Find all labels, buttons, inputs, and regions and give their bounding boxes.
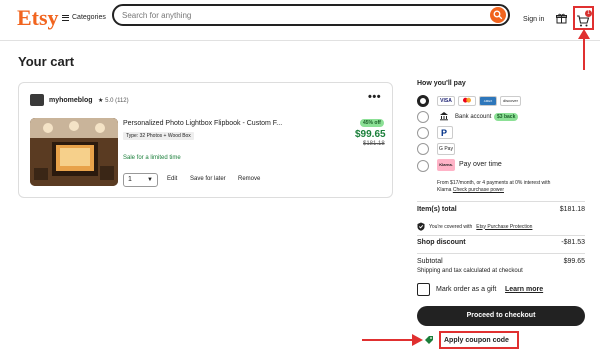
- lightbox-photo-image: [30, 118, 118, 186]
- site-header: Etsy Categories Sign in 1: [0, 0, 600, 40]
- protection-link[interactable]: Etsy Purchase Protection: [476, 224, 532, 230]
- search-bar: [112, 4, 510, 26]
- sale-note: Sale for a limited time: [123, 155, 181, 161]
- more-options-icon[interactable]: •••: [368, 91, 381, 103]
- bank-account-label: Bank account: [455, 114, 492, 120]
- shop-name[interactable]: myhomeblog: [49, 97, 93, 104]
- gift-icon[interactable]: [556, 13, 567, 24]
- star-icon: ★: [98, 98, 104, 104]
- discount-divider: [417, 235, 585, 236]
- payment-radio-cards[interactable]: [417, 95, 429, 107]
- klarna-note-text: From $17/month, or 4 payments at 0% inte…: [437, 180, 551, 186]
- payment-radio-bank[interactable]: [417, 111, 429, 123]
- bank-icon: [440, 112, 448, 121]
- paypal-logo: P: [437, 126, 453, 139]
- klarna-label: Pay over time: [459, 161, 502, 168]
- sale-price: $99.65: [355, 129, 386, 140]
- discover-logo: discover: [500, 96, 521, 106]
- product-title[interactable]: Personalized Photo Lightbox Flipbook - C…: [123, 120, 282, 127]
- amex-logo: AMEX: [479, 96, 497, 106]
- shipping-note: Shipping and tax calculated at checkout: [417, 268, 523, 274]
- edit-button[interactable]: Edit: [167, 176, 177, 182]
- items-total-label: Item(s) total: [417, 206, 457, 213]
- shop-discount-value: -$81.53: [561, 239, 585, 246]
- product-variant: Type: 32 Photos + Wood Box: [123, 132, 194, 140]
- remove-button[interactable]: Remove: [238, 176, 260, 182]
- original-price: $181.18: [363, 141, 385, 147]
- klarna-note-brand: Klarna: [437, 187, 452, 193]
- shop-discount-label: Shop discount: [417, 239, 466, 246]
- subtotal-divider: [417, 253, 585, 254]
- shield-check-icon: [417, 222, 425, 231]
- cart-item-card: myhomeblog ★ 5.0 (112) ••• Personalized …: [18, 82, 393, 198]
- shop-avatar[interactable]: [30, 94, 44, 106]
- discount-badge: 45% off: [360, 119, 384, 127]
- payment-radio-klarna[interactable]: [417, 160, 429, 172]
- subtotal-value: $99.65: [563, 258, 585, 265]
- rating-value: 5.0: [105, 98, 114, 104]
- header-divider: [0, 40, 600, 41]
- search-button[interactable]: [490, 7, 506, 23]
- page-title: Your cart: [18, 54, 75, 69]
- klarna-note: From $17/month, or 4 payments at 0% inte…: [437, 180, 597, 194]
- bank-cashback-badge: $3 back: [494, 113, 519, 121]
- coupon-pointer-arrow: [362, 334, 423, 346]
- visa-logo: VISA: [437, 96, 455, 106]
- apply-coupon-button[interactable]: Apply coupon code: [444, 337, 509, 344]
- protection-text: You're covered with: [429, 223, 473, 230]
- svg-text:P: P: [441, 128, 447, 138]
- summary-divider: [417, 201, 585, 202]
- shop-rating: ★ 5.0 (112): [98, 97, 129, 104]
- search-input[interactable]: [114, 6, 474, 24]
- payment-radio-gpay[interactable]: [417, 143, 429, 155]
- cart-highlight-box: [573, 6, 594, 30]
- payment-title: How you'll pay: [417, 80, 466, 87]
- mastercard-logo: [458, 96, 476, 106]
- gpay-logo: G Pay: [437, 143, 455, 155]
- subtotal-label: Subtotal: [417, 258, 443, 265]
- chevron-down-icon: ▼: [147, 177, 153, 183]
- klarna-logo: Klarna.: [437, 159, 455, 171]
- purchase-protection: You're covered with Etsy Purchase Protec…: [417, 222, 532, 231]
- quantity-select[interactable]: 1 ▼: [123, 173, 158, 187]
- items-total-value: $181.18: [559, 206, 585, 213]
- product-thumbnail[interactable]: [30, 118, 118, 186]
- etsy-logo[interactable]: Etsy: [17, 5, 59, 31]
- sign-in-link[interactable]: Sign in: [523, 16, 544, 23]
- gift-checkbox[interactable]: [417, 283, 430, 296]
- search-icon: [493, 10, 503, 20]
- review-count: (112): [115, 98, 129, 104]
- categories-label: Categories: [72, 14, 106, 21]
- proceed-to-checkout-button[interactable]: Proceed to checkout: [417, 306, 585, 326]
- payment-radio-paypal[interactable]: [417, 127, 429, 139]
- learn-more-link[interactable]: Learn more: [505, 286, 543, 293]
- save-for-later-button[interactable]: Save for later: [190, 176, 226, 182]
- quantity-value: 1: [128, 176, 132, 183]
- hamburger-icon: [62, 14, 69, 21]
- klarna-check-link[interactable]: Check purchase power: [453, 187, 504, 193]
- categories-button[interactable]: Categories: [62, 14, 106, 21]
- coupon-tag-icon: [425, 336, 433, 344]
- gift-label: Mark order as a gift: [436, 286, 497, 293]
- cart-pointer-arrow: [578, 29, 590, 70]
- paypal-icon: P: [441, 128, 447, 138]
